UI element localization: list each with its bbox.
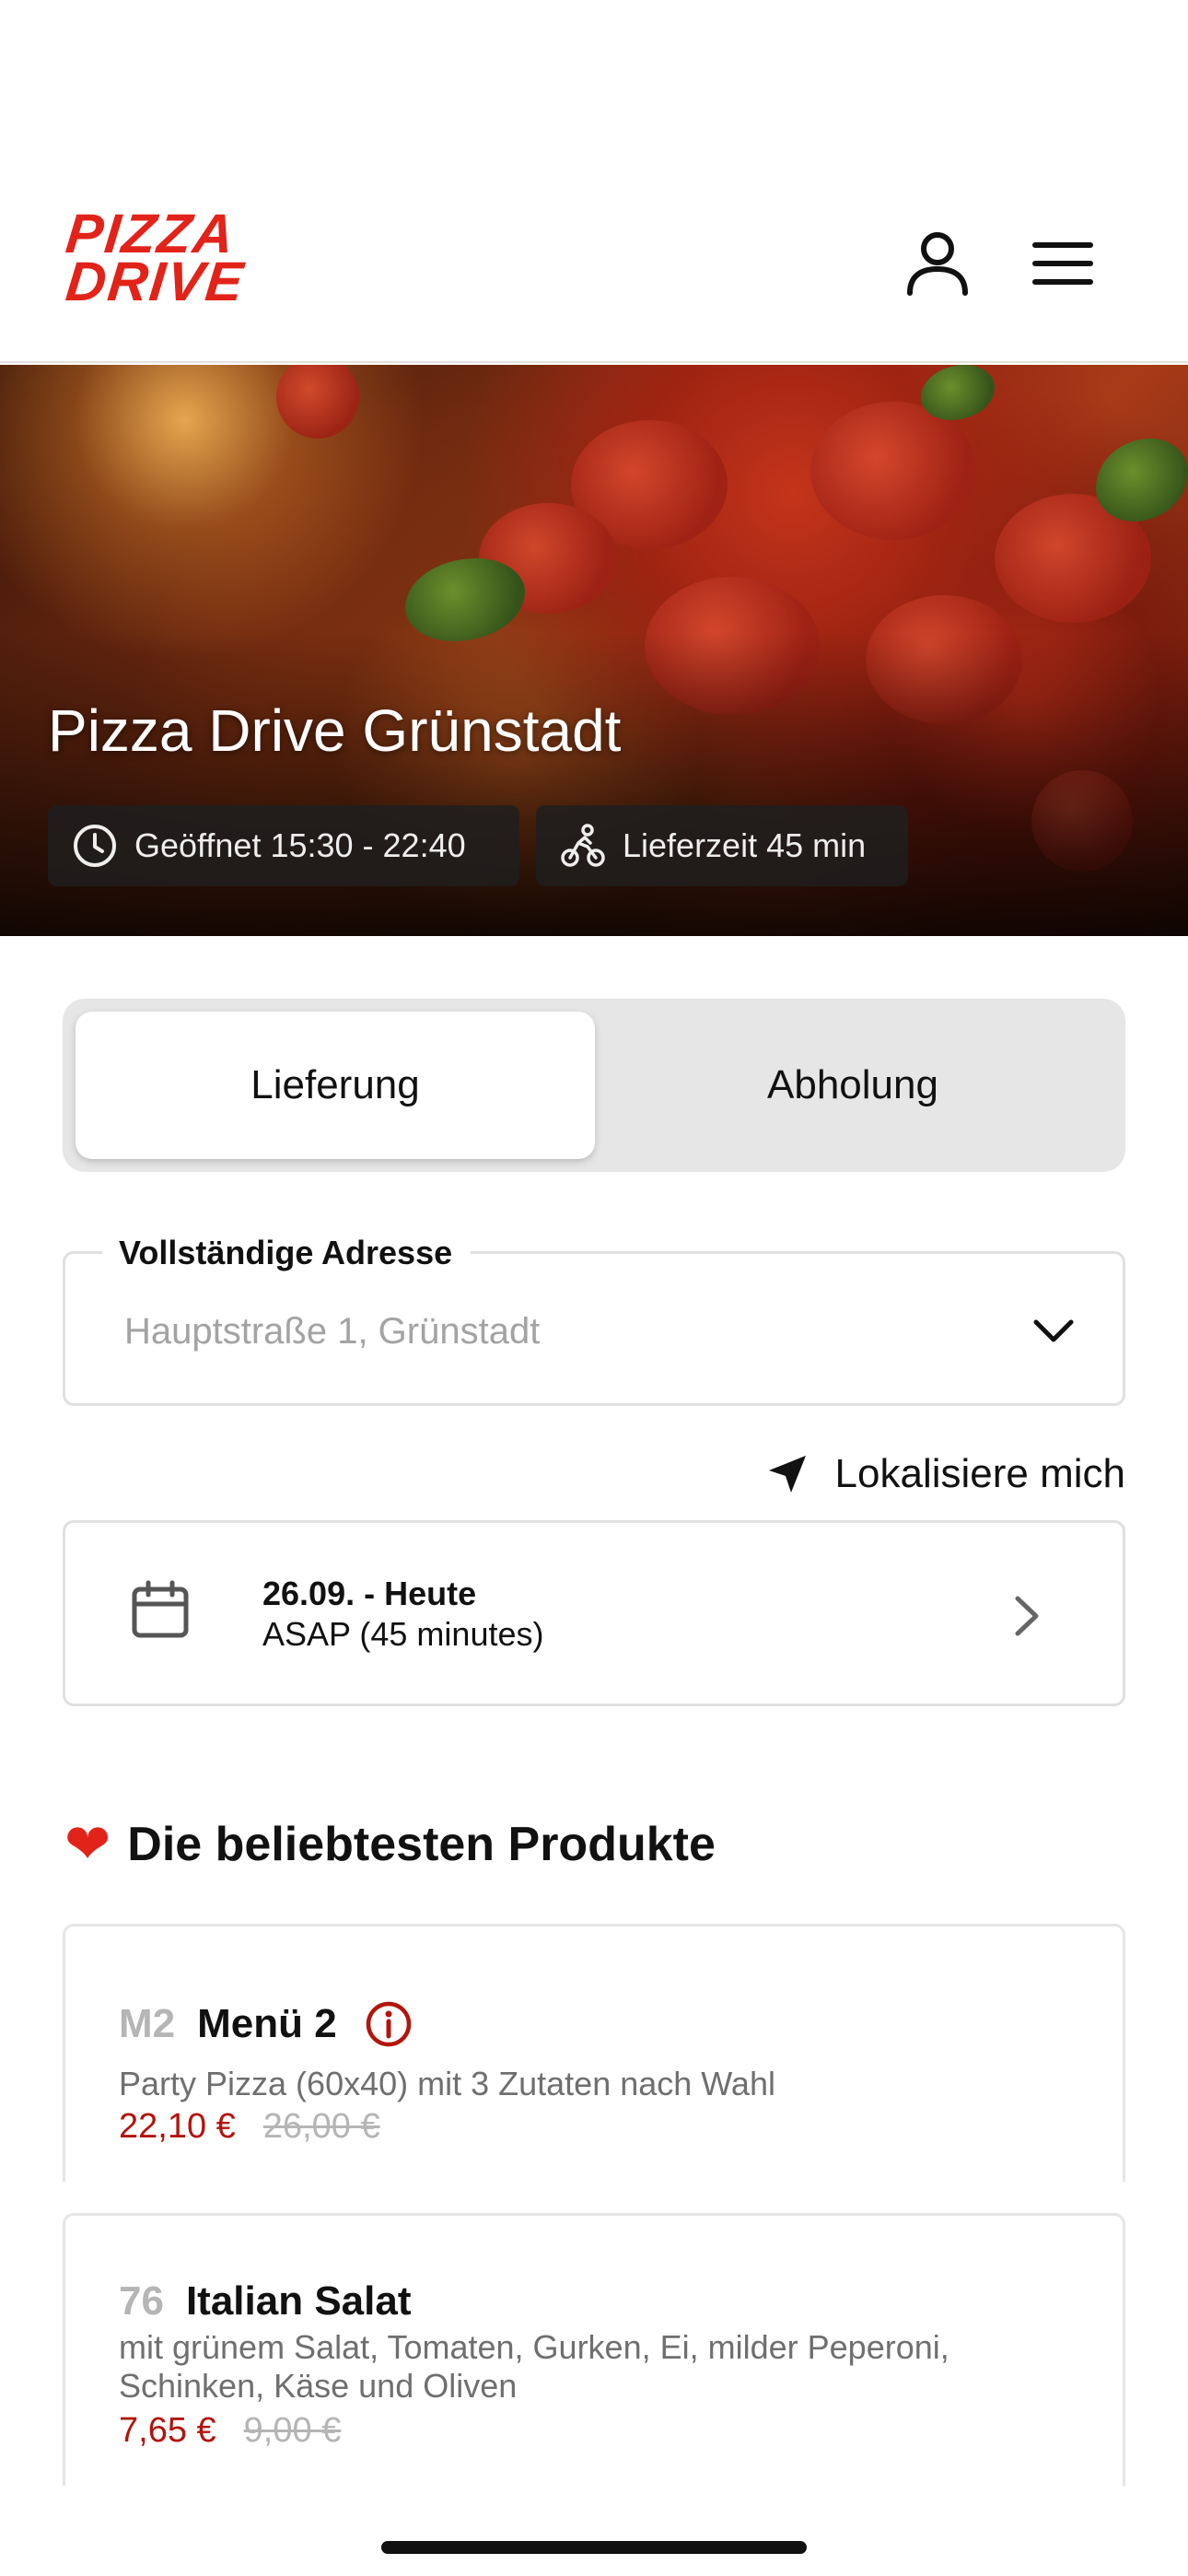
chevron-right-icon bbox=[1015, 1596, 1039, 1636]
delivery-time-option: ASAP (45 minutes) bbox=[262, 1615, 544, 1653]
popular-products-heading: ❤ Die beliebtesten Produkte bbox=[64, 1817, 716, 1872]
product-old-price: 26,00 € bbox=[262, 2107, 380, 2146]
basil-decoration bbox=[1096, 439, 1188, 521]
popular-products-title: Die beliebtesten Produkte bbox=[127, 1818, 716, 1871]
heart-icon: ❤ bbox=[64, 1813, 111, 1875]
product-price-row: 22,10 € 26,00 € bbox=[119, 2107, 380, 2147]
product-description: Party Pizza (60x40) mit 3 Zutaten nach W… bbox=[119, 2065, 775, 2102]
location-arrow-icon bbox=[768, 1456, 806, 1493]
tab-pickup[interactable]: Abholung bbox=[593, 1012, 1112, 1159]
chevron-down-icon bbox=[1033, 1319, 1074, 1342]
product-price: 7,65 € bbox=[119, 2411, 216, 2450]
address-input[interactable]: Hauptstraße 1, Grünstadt bbox=[124, 1311, 540, 1352]
hero-banner: Pizza Drive Grünstadt Geöffnet 15:30 - 2… bbox=[0, 365, 1188, 936]
product-price: 22,10 € bbox=[119, 2107, 236, 2146]
address-select[interactable]: Vollständige Adresse Hauptstraße 1, Grün… bbox=[63, 1234, 1125, 1406]
address-label: Vollständige Adresse bbox=[102, 1234, 472, 1272]
opening-hours-badge: Geöffnet 15:30 - 22:40 bbox=[48, 805, 519, 886]
tab-delivery[interactable]: Lieferung bbox=[76, 1012, 595, 1159]
delivery-time-picker[interactable]: 26.09. - Heute ASAP (45 minutes) bbox=[63, 1520, 1125, 1706]
page: PIZZA DRIVE Pizza Drive Grünstadt Geöffn… bbox=[0, 0, 1188, 2576]
clock-icon bbox=[74, 825, 116, 867]
product-number: 76 bbox=[119, 2278, 164, 2324]
product-number: M2 bbox=[119, 2001, 176, 2046]
hero-shade bbox=[0, 632, 1188, 936]
delivery-time-badge: Lieferzeit 45 min bbox=[536, 805, 908, 886]
calendar-icon bbox=[132, 1580, 189, 1638]
pepperoni-decoration bbox=[276, 365, 359, 439]
info-icon[interactable] bbox=[365, 2000, 413, 2048]
hamburger-menu-icon[interactable] bbox=[1026, 227, 1100, 300]
locate-me-label: Lokalisiere mich bbox=[834, 1451, 1125, 1496]
product-card[interactable]: 76 Italian Salat mit grünem Salat, Tomat… bbox=[63, 2213, 1125, 2486]
product-old-price: 9,00 € bbox=[243, 2411, 342, 2450]
restaurant-name: Pizza Drive Grünstadt bbox=[48, 697, 622, 764]
user-icon[interactable] bbox=[901, 227, 974, 300]
product-price-row: 7,65 € 9,00 € bbox=[119, 2411, 341, 2451]
pepperoni-decoration bbox=[810, 402, 976, 540]
product-header: M2 Menü 2 bbox=[119, 2000, 413, 2048]
product-name: Menü 2 bbox=[197, 2001, 337, 2046]
bike-courier-icon bbox=[561, 824, 605, 867]
product-name: Italian Salat bbox=[185, 2278, 412, 2324]
product-description: mit grünem Salat, Tomaten, Gurken, Ei, m… bbox=[119, 2328, 949, 2405]
basil-decoration bbox=[921, 365, 995, 420]
delivery-time-text: Lieferzeit 45 min bbox=[623, 826, 867, 864]
pizza-drive-logo[interactable]: PIZZA DRIVE bbox=[63, 203, 287, 321]
product-header: 76 Italian Salat bbox=[119, 2278, 412, 2324]
product-card[interactable]: M2 Menü 2 Party Pizza (60x40) mit 3 Zuta… bbox=[63, 1924, 1125, 2182]
opening-hours-text: Geöffnet 15:30 - 22:40 bbox=[134, 826, 466, 864]
app-header: PIZZA DRIVE bbox=[0, 175, 1188, 363]
delivery-date: 26.09. - Heute bbox=[262, 1575, 477, 1612]
order-mode-toggle: Lieferung Abholung bbox=[63, 999, 1125, 1172]
logo-line-2: DRIVE bbox=[63, 251, 248, 312]
basil-decoration bbox=[405, 558, 525, 641]
home-indicator[interactable] bbox=[381, 2541, 807, 2554]
locate-me-button[interactable]: Lokalisiere mich bbox=[767, 1446, 1125, 1502]
